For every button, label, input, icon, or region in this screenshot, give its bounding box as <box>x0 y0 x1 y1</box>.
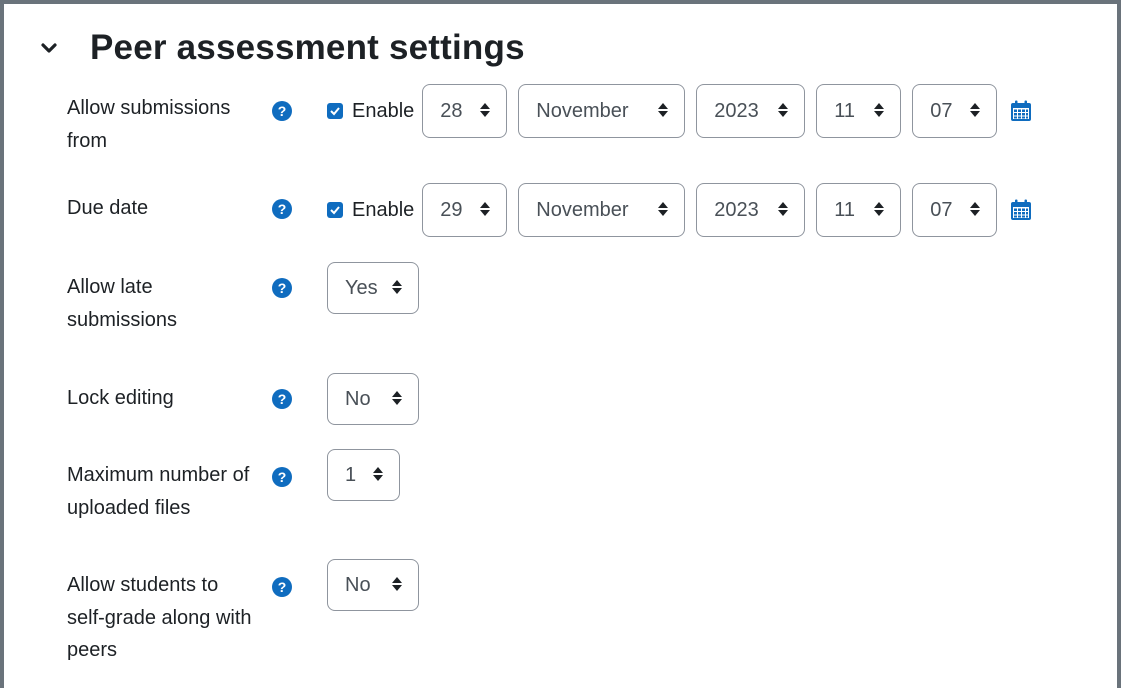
help-icon[interactable]: ? <box>272 467 292 487</box>
sort-arrows-icon <box>874 199 885 222</box>
sort-arrows-icon <box>392 388 402 411</box>
help-icon[interactable]: ? <box>272 389 292 409</box>
help-icon[interactable]: ? <box>272 199 292 219</box>
label-self-grade: Allow students to self-grade along with … <box>67 574 252 661</box>
svg-text:?: ? <box>278 391 287 407</box>
svg-text:?: ? <box>278 469 287 485</box>
svg-text:?: ? <box>278 579 287 595</box>
label-due-date: Due date <box>67 197 149 219</box>
date-selector-due-date: Enable 29 November 2023 11 07 <box>327 183 1032 237</box>
svg-text:?: ? <box>278 103 287 119</box>
calendar-icon[interactable] <box>1010 100 1032 122</box>
minute-select[interactable]: 07 <box>912 84 998 138</box>
max-files-select[interactable]: 1 <box>327 449 400 501</box>
sort-arrows-icon <box>658 100 669 123</box>
minute-select[interactable]: 07 <box>912 183 998 237</box>
checkbox-checked-icon[interactable] <box>327 202 343 218</box>
checkbox-checked-icon[interactable] <box>327 103 343 119</box>
enable-checkbox-due-date[interactable]: Enable <box>327 199 414 222</box>
sort-arrows-icon <box>970 100 981 123</box>
year-select[interactable]: 2023 <box>696 183 806 237</box>
calendar-icon[interactable] <box>1010 199 1032 221</box>
enable-checkbox-submissions-from[interactable]: Enable <box>327 100 414 123</box>
sort-arrows-icon <box>480 199 491 222</box>
self-grade-select[interactable]: No <box>327 559 419 611</box>
section-title: Peer assessment settings <box>90 28 525 67</box>
month-select[interactable]: November <box>518 183 686 237</box>
sort-arrows-icon <box>658 199 669 222</box>
lock-editing-select[interactable]: No <box>327 373 419 425</box>
lock-editing-control: No <box>327 373 430 425</box>
help-icon[interactable]: ? <box>272 278 292 298</box>
sort-arrows-icon <box>778 100 789 123</box>
sort-arrows-icon <box>373 464 383 487</box>
hour-select[interactable]: 11 <box>816 84 902 138</box>
help-icon[interactable]: ? <box>272 101 292 121</box>
chevron-down-icon[interactable] <box>40 34 68 62</box>
hour-select[interactable]: 11 <box>816 183 902 237</box>
help-icon[interactable]: ? <box>272 577 292 597</box>
sort-arrows-icon <box>970 199 981 222</box>
svg-text:?: ? <box>278 280 287 296</box>
date-selector-submissions-from: Enable 28 November 2023 11 07 <box>327 84 1032 138</box>
sort-arrows-icon <box>874 100 885 123</box>
sort-arrows-icon <box>778 199 789 222</box>
self-grade-control: No <box>327 559 430 611</box>
svg-text:?: ? <box>278 201 287 217</box>
label-late-submissions: Allow late submissions <box>67 276 178 331</box>
enable-label: Enable <box>352 198 415 221</box>
sort-arrows-icon <box>480 100 491 123</box>
enable-label: Enable <box>352 99 415 122</box>
max-files-control: 1 <box>327 449 411 501</box>
day-select[interactable]: 28 <box>422 84 508 138</box>
year-select[interactable]: 2023 <box>696 84 806 138</box>
label-submissions-from: Allow submissions from <box>67 97 231 152</box>
day-select[interactable]: 29 <box>422 183 508 237</box>
sort-arrows-icon <box>392 277 402 300</box>
late-submissions-control: Yes <box>327 262 430 314</box>
late-submissions-select[interactable]: Yes <box>327 262 419 314</box>
month-select[interactable]: November <box>518 84 686 138</box>
section-header-peer-assessment[interactable]: Peer assessment settings <box>40 24 525 72</box>
label-lock-editing: Lock editing <box>67 387 174 409</box>
sort-arrows-icon <box>392 574 402 597</box>
label-max-files: Maximum number of uploaded files <box>67 464 250 519</box>
